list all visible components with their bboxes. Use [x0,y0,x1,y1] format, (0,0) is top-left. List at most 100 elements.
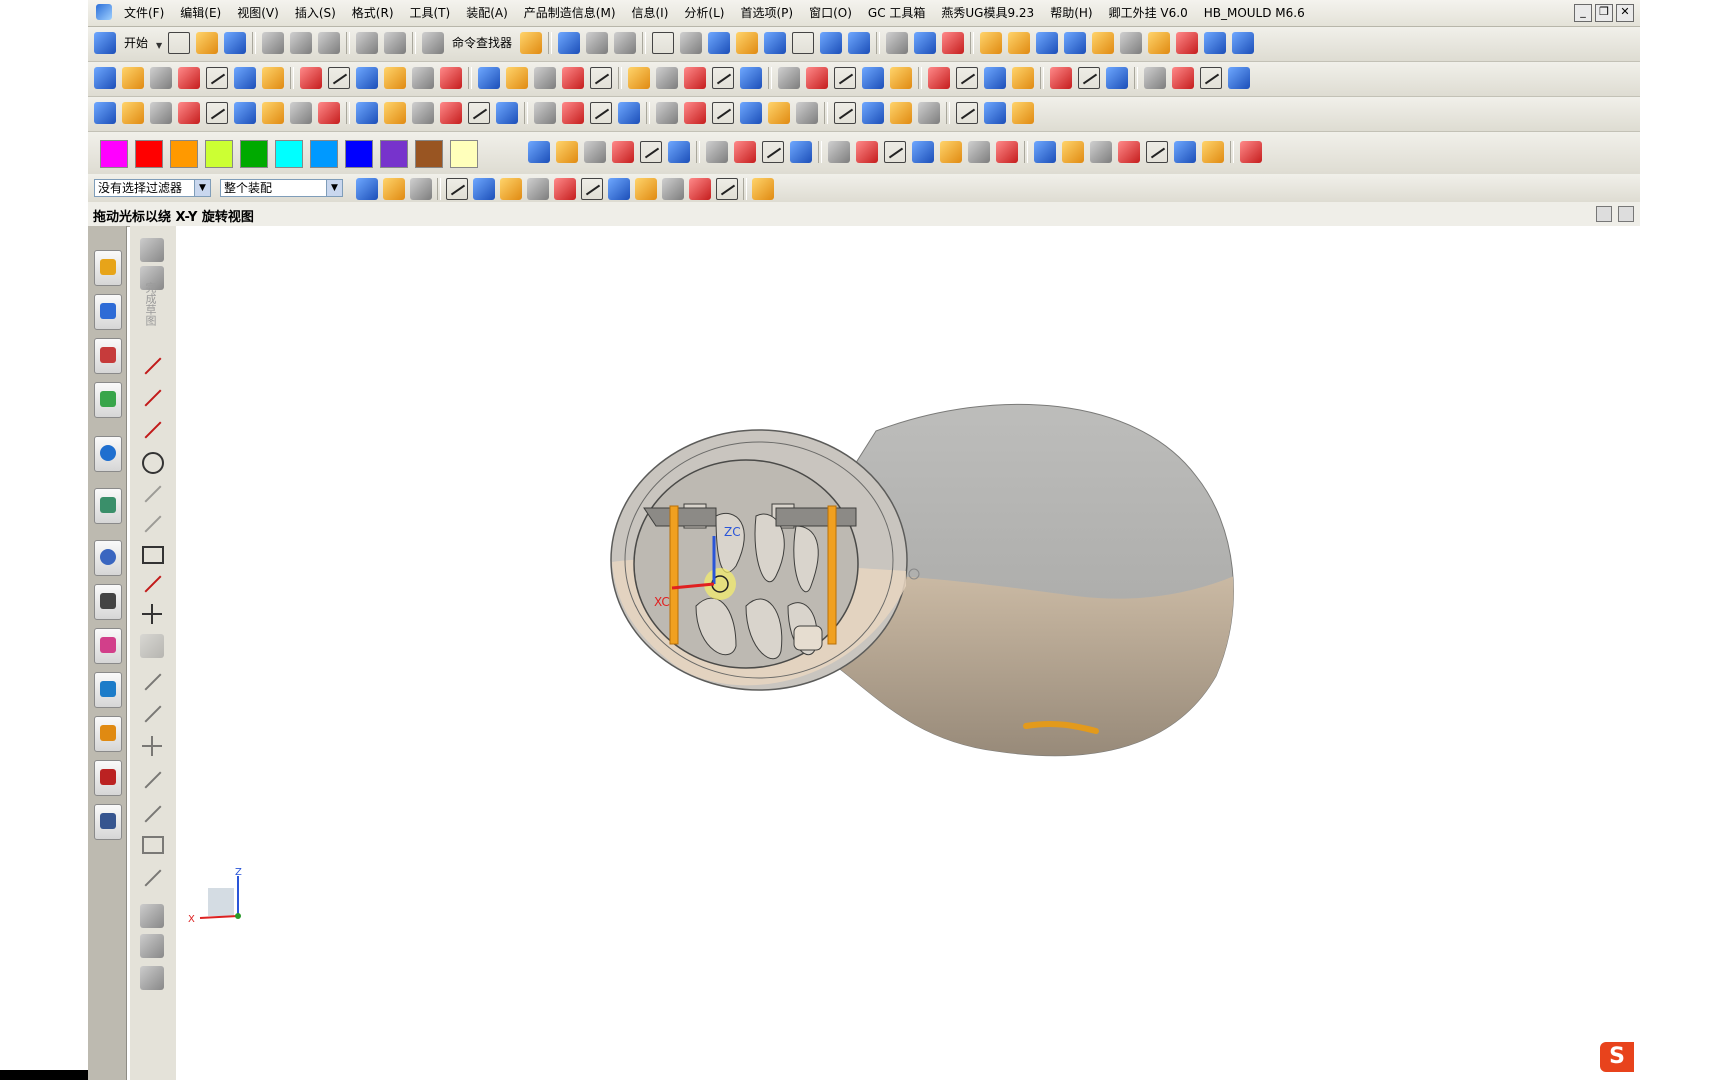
text-tool-icon[interactable] [528,141,550,163]
height-icon[interactable] [1118,141,1140,163]
transform-icon[interactable] [558,32,581,54]
grid-icon[interactable] [640,141,662,163]
arc-icon[interactable] [140,418,164,442]
parting-icon[interactable] [1172,67,1194,89]
polygon-icon[interactable] [178,102,200,124]
sew-icon[interactable] [862,67,884,89]
system-scenes-icon[interactable] [94,760,122,796]
wcs-icon[interactable] [848,32,871,54]
paste-icon[interactable] [318,32,341,54]
cue-line-maximize-icon[interactable] [1618,206,1634,222]
auto-constrain-icon[interactable] [142,836,164,854]
menu-item[interactable]: 分析(L) [676,5,732,21]
constraint-icon[interactable] [140,802,164,826]
ellipse-icon[interactable] [234,102,256,124]
cue-line-option-icon[interactable] [1596,206,1612,222]
link-icon[interactable] [762,141,784,163]
chevron-down-icon[interactable]: ▼ [326,180,342,196]
angle-icon[interactable] [940,141,962,163]
show-constraints-icon[interactable] [140,866,164,890]
manufacturing-wizard-icon[interactable] [94,672,122,708]
select-face-icon[interactable] [473,178,495,200]
alternate-solution-icon[interactable] [140,904,164,928]
cavity-icon[interactable] [1228,67,1250,89]
menu-item[interactable]: 卿工外挂 V6.0 [1101,5,1196,21]
trim-curve-icon[interactable] [562,102,584,124]
pad-tool-icon[interactable] [1146,141,1168,163]
cube-tool-icon[interactable] [612,141,634,163]
color-swatch[interactable] [275,140,303,168]
clock-icon[interactable] [94,540,122,576]
render-style-icon[interactable] [680,32,703,54]
cut-icon[interactable] [262,32,285,54]
wave-link-icon[interactable] [1050,67,1072,89]
promote-icon[interactable] [1106,67,1128,89]
shaded-cube-icon[interactable] [708,32,731,54]
layer-icon[interactable] [736,32,759,54]
control-point-icon[interactable] [554,178,576,200]
curvature-icon[interactable] [1176,32,1199,54]
existing-point-icon[interactable] [662,178,684,200]
edge-blend-icon[interactable] [628,67,650,89]
selection-filter-dropdown[interactable]: 没有选择过滤器 ▼ [94,179,211,197]
filter-icon[interactable] [356,178,378,200]
intersect-icon[interactable] [534,67,556,89]
trim-sheet-icon[interactable] [984,102,1006,124]
mold-tool-icon[interactable] [1144,67,1166,89]
chamfer-icon[interactable] [140,512,164,536]
hole-icon[interactable] [300,67,322,89]
wand-icon[interactable] [520,32,543,54]
section-view-icon[interactable] [820,32,843,54]
model-view[interactable]: ZC XC [176,226,1640,1080]
join-curve-icon[interactable] [534,102,556,124]
mid-point-icon[interactable] [527,178,549,200]
law-curve-icon[interactable] [318,102,340,124]
line-tool-icon[interactable] [828,141,850,163]
menu-item[interactable]: 装配(A) [458,5,516,21]
copy-tool-icon[interactable] [884,141,906,163]
selection-scope-dropdown[interactable]: 整个装配 ▼ [220,179,343,197]
part-navigator-icon[interactable] [94,338,122,374]
menu-item[interactable]: 帮助(H) [1042,5,1100,21]
constraint-navigator-icon[interactable] [94,294,122,330]
helix-icon[interactable] [290,102,312,124]
offset-face-icon[interactable] [740,67,762,89]
swept-icon[interactable] [712,102,734,124]
web-browser-icon[interactable] [94,436,122,472]
save-icon[interactable] [224,32,247,54]
menu-item[interactable]: 编辑(E) [172,5,229,21]
extract-curve-icon[interactable] [496,102,518,124]
surface-icon[interactable] [1204,32,1227,54]
end-point-icon[interactable] [500,178,522,200]
block-icon[interactable] [178,67,200,89]
color-swatch[interactable] [100,140,128,168]
x-form-icon[interactable] [890,102,912,124]
bounded-plane-icon[interactable] [796,102,818,124]
divide-curve-icon[interactable] [590,102,612,124]
wcs-origin-icon[interactable] [942,32,965,54]
instance-icon[interactable] [778,67,800,89]
menu-item[interactable]: 视图(V) [229,5,287,21]
chevron-down-icon[interactable]: ▼ [194,180,210,196]
color-swatch[interactable] [135,140,163,168]
shell-icon[interactable] [684,67,706,89]
cone-icon[interactable] [234,67,256,89]
sketch-icon[interactable] [140,238,164,262]
delete-face-icon[interactable] [956,67,978,89]
menu-item[interactable]: 窗口(O) [801,5,860,21]
dimension-tool-icon[interactable] [556,141,578,163]
infer-constraints-icon[interactable] [140,934,164,958]
system-materials-icon[interactable] [94,584,122,620]
measure-distance-icon[interactable] [1064,32,1087,54]
color-swatch[interactable] [170,140,198,168]
rotate-tool-icon[interactable] [1090,141,1112,163]
studio-surface-icon[interactable] [834,102,856,124]
mirror-icon[interactable] [806,67,828,89]
make-corner-icon[interactable] [140,734,164,758]
text-icon[interactable] [206,102,228,124]
fillet-icon[interactable] [140,482,164,506]
play-icon[interactable] [1036,32,1059,54]
offset-curve-icon[interactable] [140,634,164,658]
graphics-window[interactable]: ZC XC Z X [176,226,1640,1080]
groove-icon[interactable] [440,67,462,89]
